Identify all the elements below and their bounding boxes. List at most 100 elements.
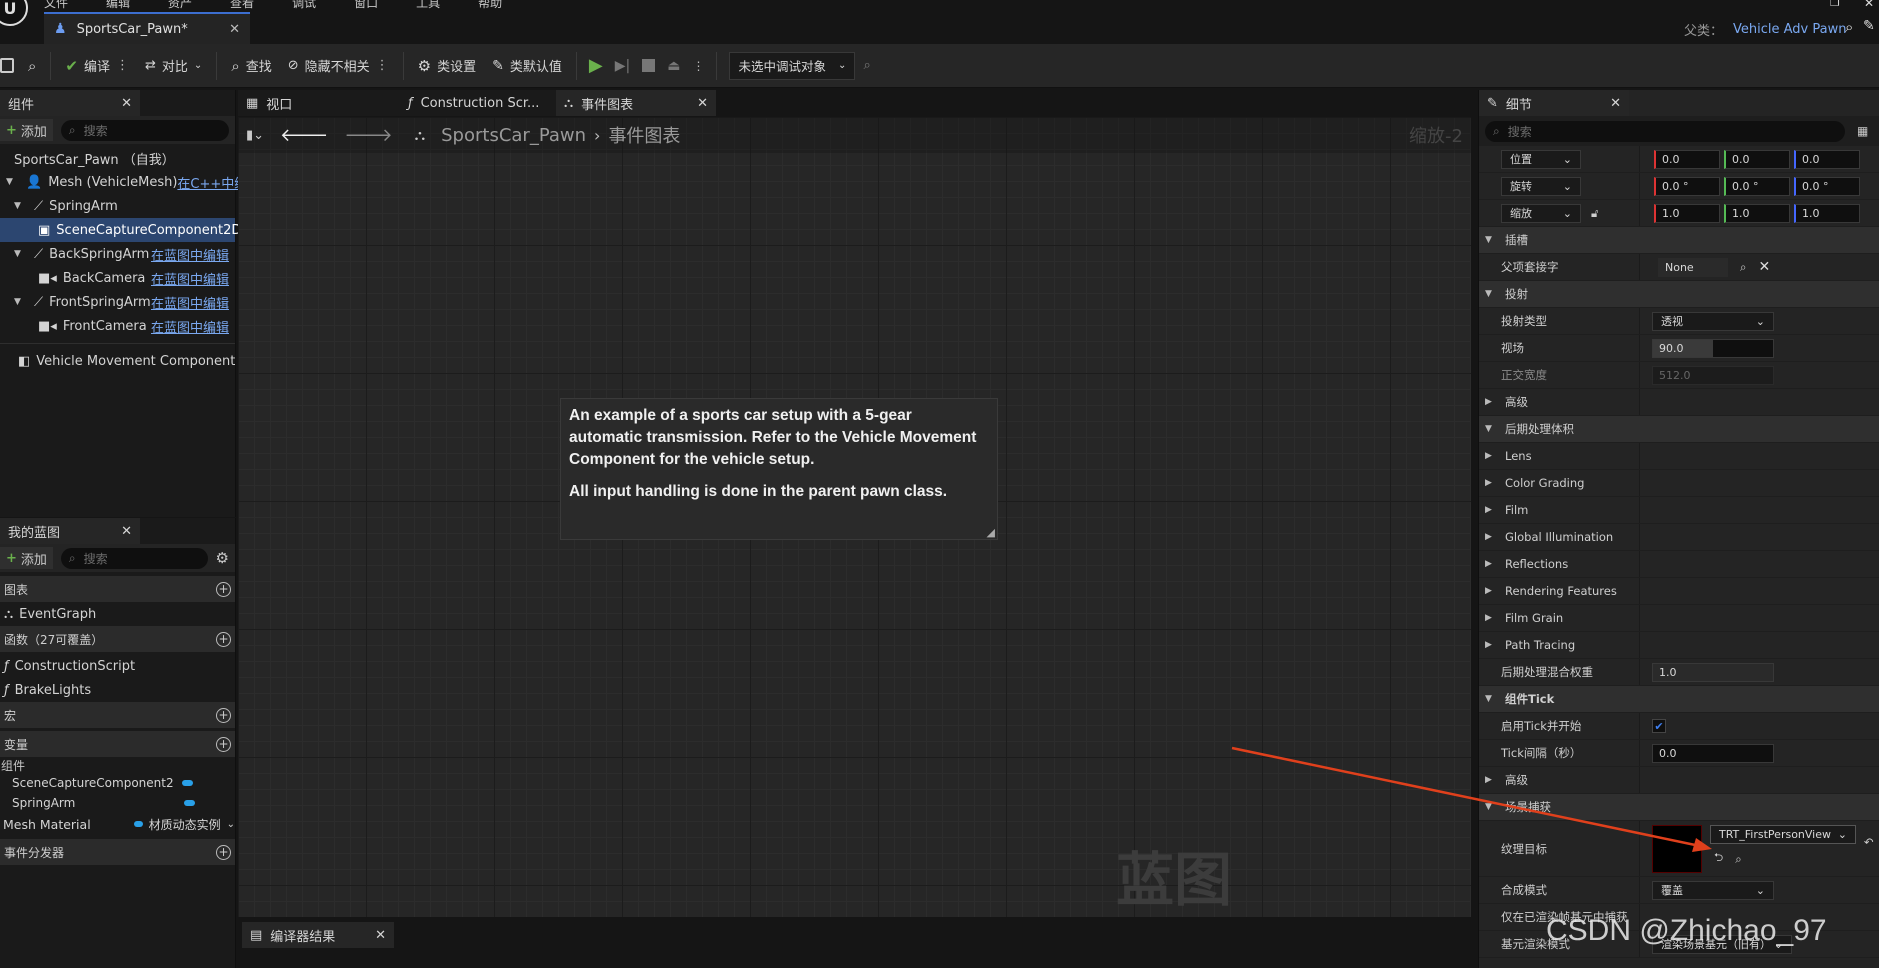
tree-item-backspringarm[interactable]: ▼ ⟋ BackSpringArm 在蓝图中编辑 bbox=[0, 242, 235, 266]
postprocess-item[interactable]: ▶ Color Grading bbox=[1479, 470, 1879, 497]
postprocess-item[interactable]: ▶ Path Tracing bbox=[1479, 632, 1879, 659]
rotation-dropdown[interactable]: 旋转 ⌄ bbox=[1501, 176, 1581, 196]
browse-button[interactable]: ⌕ bbox=[20, 51, 44, 81]
debug-select-icon[interactable]: ⌕ bbox=[863, 58, 870, 73]
components-tab[interactable]: 组件 ✕ bbox=[0, 90, 140, 116]
search-icon[interactable]: ⌕ bbox=[1845, 18, 1853, 36]
edit-in-blueprint-link[interactable]: 在蓝图中编辑 bbox=[151, 317, 229, 336]
parent-class-link[interactable]: Vehicle Adv Pawn bbox=[1733, 22, 1846, 37]
diff-button[interactable]: ⇄ 对比 ⌄ bbox=[137, 51, 210, 81]
tab-viewport[interactable]: ▦ 视口 bbox=[238, 90, 400, 116]
category-projection[interactable]: ▼ 投射 bbox=[1479, 281, 1879, 308]
clear-icon[interactable]: ✕ bbox=[1758, 259, 1770, 275]
chevron-down-icon[interactable]: ⌄ bbox=[227, 819, 235, 830]
resize-handle-icon[interactable]: ◢ bbox=[987, 526, 995, 539]
browse-socket-icon[interactable]: ⌕ bbox=[1740, 260, 1746, 275]
add-dispatcher-icon[interactable]: + bbox=[216, 844, 231, 860]
section-dispatchers[interactable]: 事件分发器 + bbox=[0, 839, 235, 865]
postprocess-item[interactable]: ▶ Global Illumination bbox=[1479, 524, 1879, 551]
add-macro-icon[interactable]: + bbox=[216, 707, 231, 723]
composite-mode-dropdown[interactable]: 覆盖 ⌄ bbox=[1652, 880, 1774, 900]
tree-item-springarm[interactable]: ▼ ⟋ SpringArm bbox=[0, 194, 235, 218]
expand-arrow-icon[interactable]: ▼ bbox=[14, 201, 28, 211]
close-window-icon[interactable]: ✕ bbox=[1864, 0, 1874, 10]
category-socket[interactable]: ▼ 插槽 bbox=[1479, 227, 1879, 254]
more-icon[interactable]: ⋮ bbox=[376, 58, 389, 73]
tree-item-root[interactable]: SportsCar_Pawn （自我） bbox=[0, 146, 235, 170]
menu-tools[interactable]: 工具 bbox=[416, 0, 440, 11]
postprocess-item[interactable]: ▶ Film bbox=[1479, 497, 1879, 524]
close-icon[interactable]: ✕ bbox=[121, 524, 132, 539]
tick-interval-field[interactable]: 0.0 bbox=[1652, 743, 1774, 763]
property-advanced-2[interactable]: ▶ 高级 bbox=[1479, 767, 1879, 794]
tab-compiler-results[interactable]: ▤ 编译器结果 ✕ bbox=[242, 922, 394, 948]
asset-tab[interactable]: ♟ SportsCar_Pawn* ✕ bbox=[44, 12, 250, 44]
ortho-width-field[interactable]: 512.0 bbox=[1652, 365, 1774, 385]
class-settings-button[interactable]: ⚙ 类设置 bbox=[410, 51, 484, 81]
list-item-construction[interactable]: ƒ ConstructionScript bbox=[0, 654, 235, 678]
gear-icon[interactable]: ⚙ bbox=[216, 549, 229, 567]
expand-arrow-icon[interactable]: ▼ bbox=[14, 297, 28, 307]
compile-button[interactable]: ✔ 编译 ⋮ bbox=[57, 51, 137, 81]
scale-dropdown[interactable]: 缩放 ⌄ bbox=[1501, 203, 1581, 223]
add-button[interactable]: + 添加 bbox=[0, 547, 53, 569]
pen-icon[interactable]: ✎ bbox=[1863, 18, 1875, 34]
menu-view[interactable]: 查看 bbox=[230, 0, 254, 11]
step-button[interactable]: ▶| bbox=[609, 51, 636, 81]
tab-event-graph[interactable]: ⛬ 事件图表 ✕ bbox=[556, 90, 716, 116]
details-tab[interactable]: ✎ 细节 ✕ bbox=[1479, 90, 1629, 116]
variable-item-mesh-material[interactable]: Mesh Material 材质动态实例 ⌄ bbox=[0, 813, 235, 835]
postprocess-item[interactable]: ▶ Lens bbox=[1479, 443, 1879, 470]
scale-y-field[interactable]: 1.0 bbox=[1724, 203, 1790, 223]
edit-in-blueprint-link[interactable]: 在蓝图中编辑 bbox=[151, 293, 229, 312]
rotation-y-field[interactable]: 0.0 ° bbox=[1724, 176, 1790, 196]
category-tick[interactable]: ▼ 组件Tick bbox=[1479, 686, 1879, 713]
category-postprocess[interactable]: ▼ 后期处理体积 bbox=[1479, 416, 1879, 443]
location-dropdown[interactable]: 位置 ⌄ bbox=[1501, 149, 1581, 169]
back-arrow-icon[interactable]: 🡐 bbox=[280, 125, 328, 146]
table-view-icon[interactable]: ▦ bbox=[1857, 124, 1868, 138]
section-graphs[interactable]: 图表 + bbox=[0, 576, 235, 602]
rotation-z-field[interactable]: 0.0 ° bbox=[1794, 176, 1860, 196]
variable-item[interactable]: SpringArm bbox=[0, 793, 235, 813]
stop-button[interactable] bbox=[636, 51, 661, 81]
more-icon[interactable]: ⋮ bbox=[116, 58, 129, 73]
add-variable-icon[interactable]: + bbox=[216, 736, 231, 752]
tree-item-vehicle-movement[interactable]: ◧ Vehicle Movement Component (VehicleMove… bbox=[0, 349, 235, 373]
close-icon[interactable]: ✕ bbox=[375, 928, 386, 943]
use-selected-icon[interactable]: ⮌ bbox=[1714, 850, 1723, 869]
add-graph-icon[interactable]: + bbox=[216, 581, 231, 597]
list-item-eventgraph[interactable]: ⛬ EventGraph bbox=[0, 602, 235, 626]
graph-canvas[interactable]: ▮⌄ 🡐 🡒 ⛬ SportsCar_Pawn › 事件图表 缩放-2 An e… bbox=[238, 117, 1471, 917]
location-x-field[interactable]: 0.0 bbox=[1654, 149, 1720, 169]
find-button[interactable]: ⌕ 查找 bbox=[223, 51, 279, 81]
tree-item-scenecapture[interactable]: ▣ SceneCaptureComponent2D bbox=[0, 218, 241, 242]
close-icon[interactable]: ✕ bbox=[697, 96, 708, 111]
bookmark-icon[interactable]: ▮⌄ bbox=[246, 128, 264, 143]
texture-thumbnail[interactable] bbox=[1652, 825, 1702, 873]
breadcrumb-root[interactable]: SportsCar_Pawn bbox=[441, 125, 586, 146]
menu-file[interactable]: 文件 bbox=[44, 0, 68, 11]
forward-arrow-icon[interactable]: 🡒 bbox=[344, 125, 392, 146]
tree-item-frontspringarm[interactable]: ▼ ⟋ FrontSpringArm 在蓝图中编辑 bbox=[0, 290, 235, 314]
tree-item-backcamera[interactable]: ■◂ BackCamera 在蓝图中编辑 bbox=[0, 266, 235, 290]
reset-to-default-icon[interactable]: ↶ bbox=[1864, 835, 1874, 849]
menu-asset[interactable]: 资产 bbox=[168, 0, 192, 11]
postprocess-item[interactable]: ▶ Rendering Features bbox=[1479, 578, 1879, 605]
pp-weight-field[interactable]: 1.0 bbox=[1652, 662, 1774, 682]
rotation-x-field[interactable]: 0.0 ° bbox=[1654, 176, 1720, 196]
browse-asset-icon[interactable]: ⌕ bbox=[1735, 852, 1741, 867]
components-search-input[interactable]: ⌕ 搜索 bbox=[60, 119, 229, 141]
add-component-button[interactable]: + 添加 bbox=[0, 119, 53, 141]
edit-in-blueprint-link[interactable]: 在蓝图中编辑 bbox=[151, 269, 229, 288]
scale-x-field[interactable]: 1.0 bbox=[1654, 203, 1720, 223]
my-blueprint-search-input[interactable]: ⌕ 搜索 bbox=[60, 547, 208, 569]
more-icon[interactable]: ⋮ bbox=[686, 59, 710, 73]
tree-item-mesh[interactable]: ▼ 👤 Mesh (VehicleMesh) 在C++中编辑 bbox=[0, 170, 260, 194]
comment-box[interactable]: An example of a sports car setup with a … bbox=[560, 398, 998, 540]
postprocess-item[interactable]: ▶ Reflections bbox=[1479, 551, 1879, 578]
restore-window-icon[interactable]: ❐ bbox=[1830, 0, 1840, 9]
property-advanced-1[interactable]: ▶ 高级 bbox=[1479, 389, 1879, 416]
add-function-icon[interactable]: + bbox=[216, 631, 231, 647]
location-y-field[interactable]: 0.0 bbox=[1724, 149, 1790, 169]
